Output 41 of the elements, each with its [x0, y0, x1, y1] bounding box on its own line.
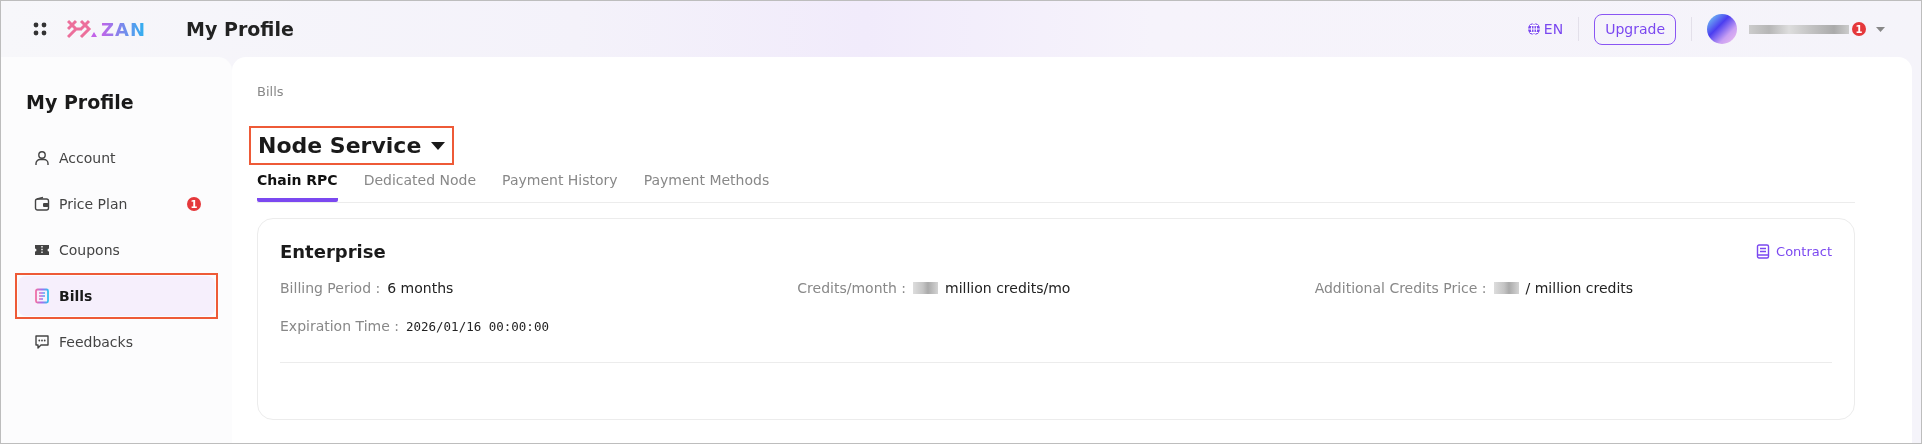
ticket-icon — [34, 242, 50, 258]
field-label: Credits/month : — [797, 280, 907, 296]
field-value: 2026/01/16 00:00:00 — [405, 318, 549, 334]
caret-icon — [431, 141, 446, 150]
page-title: My Profile — [186, 18, 294, 40]
language-selector[interactable]: EN — [1526, 21, 1564, 37]
sidebar-item[interactable]: Price Plan 1 — [18, 184, 215, 224]
sidebar-item[interactable]: Coupons — [18, 230, 215, 270]
sidebar-item[interactable]: Account — [18, 138, 215, 178]
tab[interactable]: Payment Methods — [643, 167, 770, 202]
field-label: Expiration Time : — [280, 318, 399, 334]
logo-icon — [67, 18, 99, 40]
field-value: / million credits — [1525, 280, 1634, 296]
tab[interactable]: Payment History — [502, 167, 618, 202]
field-label: Billing Period : — [280, 280, 381, 296]
sidebar-title: My Profile — [26, 91, 135, 113]
contract-link[interactable]: Contract — [1756, 244, 1832, 259]
field-value: 6 months — [387, 280, 454, 296]
avatar[interactable] — [1707, 14, 1737, 44]
blurred-text — [913, 282, 939, 294]
upgrade-button[interactable]: Upgrade — [1594, 13, 1676, 45]
globe-icon — [1526, 22, 1541, 36]
document-icon — [34, 288, 50, 304]
field-value: million credits/mo — [945, 280, 1071, 296]
wallet-icon — [34, 196, 50, 212]
chat-icon — [34, 334, 50, 350]
apps-menu-icon[interactable] — [33, 22, 47, 36]
tab[interactable]: Dedicated Node — [363, 167, 477, 202]
service-dropdown[interactable]: Node Service — [249, 126, 455, 165]
breadcrumb[interactable]: Bills — [257, 84, 1855, 100]
sidebar-item[interactable]: Bills — [18, 276, 215, 316]
tab[interactable]: Chain RPC — [257, 167, 338, 202]
notification-badge: 1 — [187, 197, 201, 211]
notification-badge: 1 — [1852, 22, 1866, 36]
document-icon — [1756, 244, 1771, 259]
field-label: Additional Credits Price : — [1314, 280, 1487, 296]
caret-icon — [1876, 26, 1885, 32]
blurred-text — [1493, 282, 1519, 294]
person-icon — [34, 150, 50, 166]
sidebar-item[interactable]: Feedbacks — [18, 322, 215, 362]
plan-title: Enterprise — [280, 241, 386, 262]
